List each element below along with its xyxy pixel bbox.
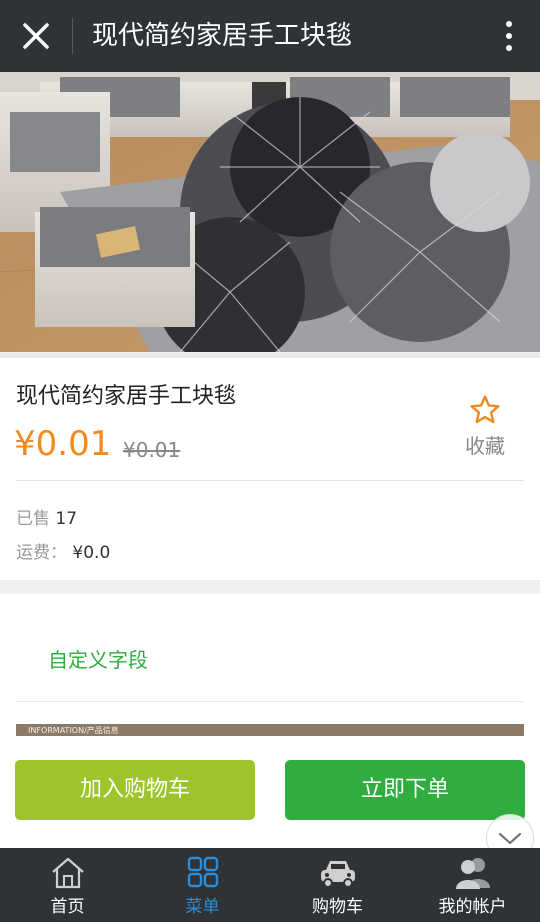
divider	[16, 480, 524, 481]
custom-field-link[interactable]: 自定义字段	[48, 644, 148, 673]
car-icon	[320, 861, 355, 888]
product-price: ¥0.01	[14, 424, 112, 464]
info-strip-text: INFORMATION/产品信息	[28, 726, 119, 735]
star-icon	[470, 395, 500, 424]
info-image-strip: INFORMATION/产品信息	[16, 724, 524, 736]
shipping-fee: 运费： ¥0.0	[16, 538, 110, 563]
shipping-label: 运费：	[16, 543, 67, 563]
favorite-label: 收藏	[465, 434, 505, 458]
favorite-button[interactable]: 收藏	[460, 394, 510, 459]
original-price: ¥0.01	[123, 438, 181, 462]
bottom-tab-bar: 首页 菜单 购物车 我的帐户	[0, 848, 540, 922]
tab-account[interactable]: 我的帐户	[405, 848, 540, 922]
buy-now-button[interactable]: 立即下单	[285, 760, 525, 820]
sold-count: 已售 17	[16, 504, 77, 529]
home-icon	[51, 857, 84, 889]
tab-cart[interactable]: 购物车	[270, 848, 405, 922]
users-icon	[455, 858, 490, 889]
product-info-card: 现代简约家居手工块毯 ¥0.01 ¥0.01 收藏 已售 17 运费： ¥0.0	[0, 352, 540, 580]
tab-label: 首页	[50, 897, 85, 917]
close-icon[interactable]	[16, 16, 56, 56]
sold-label: 已售	[16, 509, 50, 529]
tab-label: 我的帐户	[438, 897, 507, 917]
tab-home[interactable]: 首页	[0, 848, 135, 922]
product-name: 现代简约家居手工块毯	[16, 384, 237, 409]
divider	[16, 701, 524, 702]
header-divider	[72, 18, 73, 54]
add-to-cart-button[interactable]: 加入购物车	[15, 760, 255, 820]
tab-menu[interactable]: 菜单	[135, 848, 270, 922]
tab-label: 购物车	[312, 897, 363, 917]
tab-label: 菜单	[185, 897, 220, 917]
product-photo	[0, 72, 540, 352]
sold-value: 17	[55, 509, 78, 529]
top-bar: 现代简约家居手工块毯	[0, 0, 540, 72]
page-title: 现代简约家居手工块毯	[92, 21, 353, 51]
more-options-icon[interactable]	[500, 18, 518, 54]
menu-grid-icon	[187, 856, 218, 888]
product-image-carousel[interactable]	[0, 72, 540, 352]
shipping-value: ¥0.0	[72, 543, 111, 563]
